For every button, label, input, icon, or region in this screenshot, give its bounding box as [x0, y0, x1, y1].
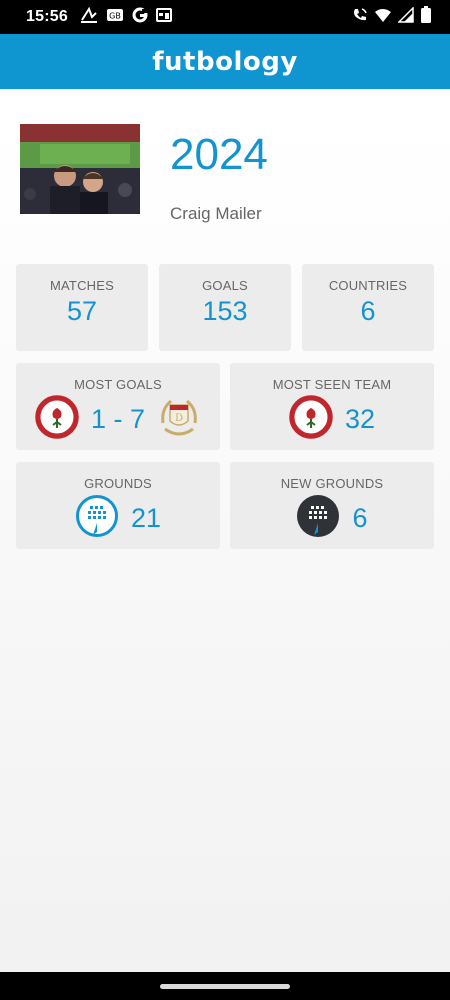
countries-card[interactable]: COUNTRIES 6 [302, 264, 434, 351]
matches-label: MATCHES [50, 278, 114, 293]
battery-icon [420, 5, 432, 29]
home-gesture-pill[interactable] [160, 984, 290, 989]
stadium-dark-icon [296, 494, 340, 543]
calendar-icon [155, 7, 172, 28]
new-grounds-label: NEW GROUNDS [280, 476, 384, 491]
grounds-card[interactable]: GROUNDS 21 [16, 462, 220, 549]
user-name: Craig Mailer [170, 204, 262, 223]
new-grounds-value: 6 [352, 502, 368, 533]
status-time: 15:56 [26, 8, 68, 25]
countries-label: COUNTRIES [328, 278, 408, 293]
grounds-label: GROUNDS [84, 476, 152, 491]
club-crest-red-icon [35, 394, 79, 444]
club-crest-red-icon [289, 394, 333, 444]
matches-value: 57 [66, 296, 98, 326]
brand-logo: futbology [152, 46, 298, 77]
countries-value: 6 [360, 296, 376, 326]
most-seen-team-card[interactable]: MOST SEEN TEAM 32 [230, 363, 434, 450]
club-crest-gold-icon: D [157, 395, 201, 444]
stadium-icon [75, 494, 119, 543]
most-goals-label: MOST GOALS [74, 377, 162, 392]
most-seen-team-label: MOST SEEN TEAM [272, 377, 392, 392]
year-title: 2024 [170, 130, 268, 179]
matches-card[interactable]: MATCHES 57 [16, 264, 148, 351]
svg-text:D: D [175, 413, 183, 424]
wifi-icon [374, 7, 392, 28]
goals-value: 153 [202, 296, 248, 326]
new-grounds-card[interactable]: NEW GROUNDS 6 [230, 462, 434, 549]
most-seen-team-value: 32 [344, 403, 376, 434]
google-icon [132, 7, 148, 28]
app-bar: futbology [0, 34, 450, 89]
most-goals-score: 1 - 7 [90, 403, 146, 434]
gesture-icon [80, 6, 98, 28]
gb-icon: GB [106, 8, 124, 27]
system-nav-bar [0, 972, 450, 1000]
status-bar: 15:56 GB [0, 0, 450, 34]
profile-header: 2024 Craig Mailer [20, 124, 440, 223]
most-goals-card[interactable]: MOST GOALS 1 - 7 D [16, 363, 220, 450]
signal-icon [397, 5, 414, 28]
grounds-value: 21 [130, 502, 162, 533]
wifi-call-icon [352, 7, 368, 28]
goals-label: GOALS [202, 278, 248, 293]
goals-card[interactable]: GOALS 153 [159, 264, 291, 351]
profile-photo[interactable] [20, 124, 140, 214]
svg-text:GB: GB [109, 11, 121, 20]
